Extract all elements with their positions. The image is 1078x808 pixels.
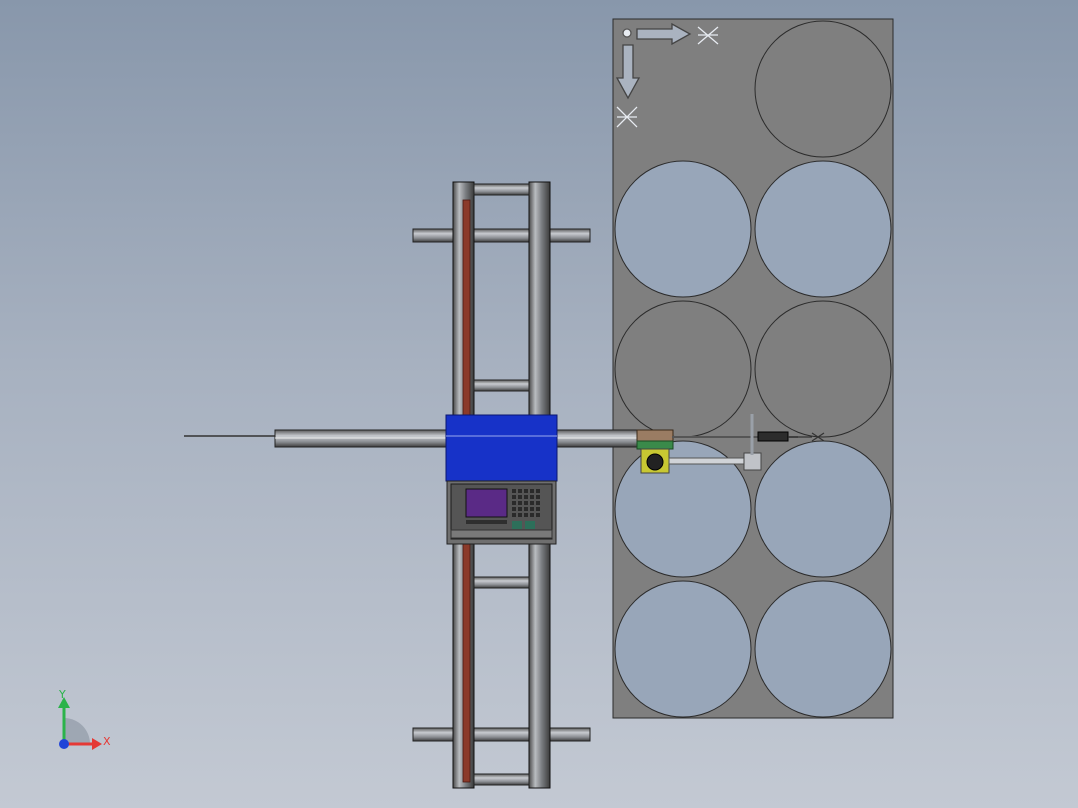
torch-carriage-green [636, 440, 674, 450]
table-hole [614, 580, 752, 718]
carriage[interactable] [445, 414, 558, 545]
outrigger-bottom [412, 727, 591, 742]
cross-tie [473, 773, 530, 786]
triad-x-label: X [103, 735, 111, 748]
table-hole [614, 300, 752, 438]
outrigger-top [412, 228, 591, 243]
control-panel[interactable] [446, 480, 557, 545]
carriage-cover [445, 414, 558, 482]
table-hole [754, 440, 892, 578]
table-hole [754, 20, 892, 158]
panel-screen [465, 488, 508, 518]
triad-y-label: Y [58, 688, 66, 701]
cross-tie [473, 576, 530, 589]
table-hole [614, 160, 752, 298]
cross-tie [473, 183, 530, 196]
panel-button-green [525, 521, 535, 529]
torch-nozzle [646, 453, 664, 471]
cad-viewport[interactable]: Y X [0, 0, 1078, 808]
torch-arm [668, 457, 748, 465]
torch-cable [757, 431, 789, 442]
table-hole [754, 300, 892, 438]
panel-button-green [512, 521, 522, 529]
table-hole [754, 580, 892, 718]
table-hole [754, 160, 892, 298]
cross-tie [473, 379, 530, 392]
torch-holder [743, 452, 762, 471]
cutting-table[interactable] [612, 18, 894, 719]
